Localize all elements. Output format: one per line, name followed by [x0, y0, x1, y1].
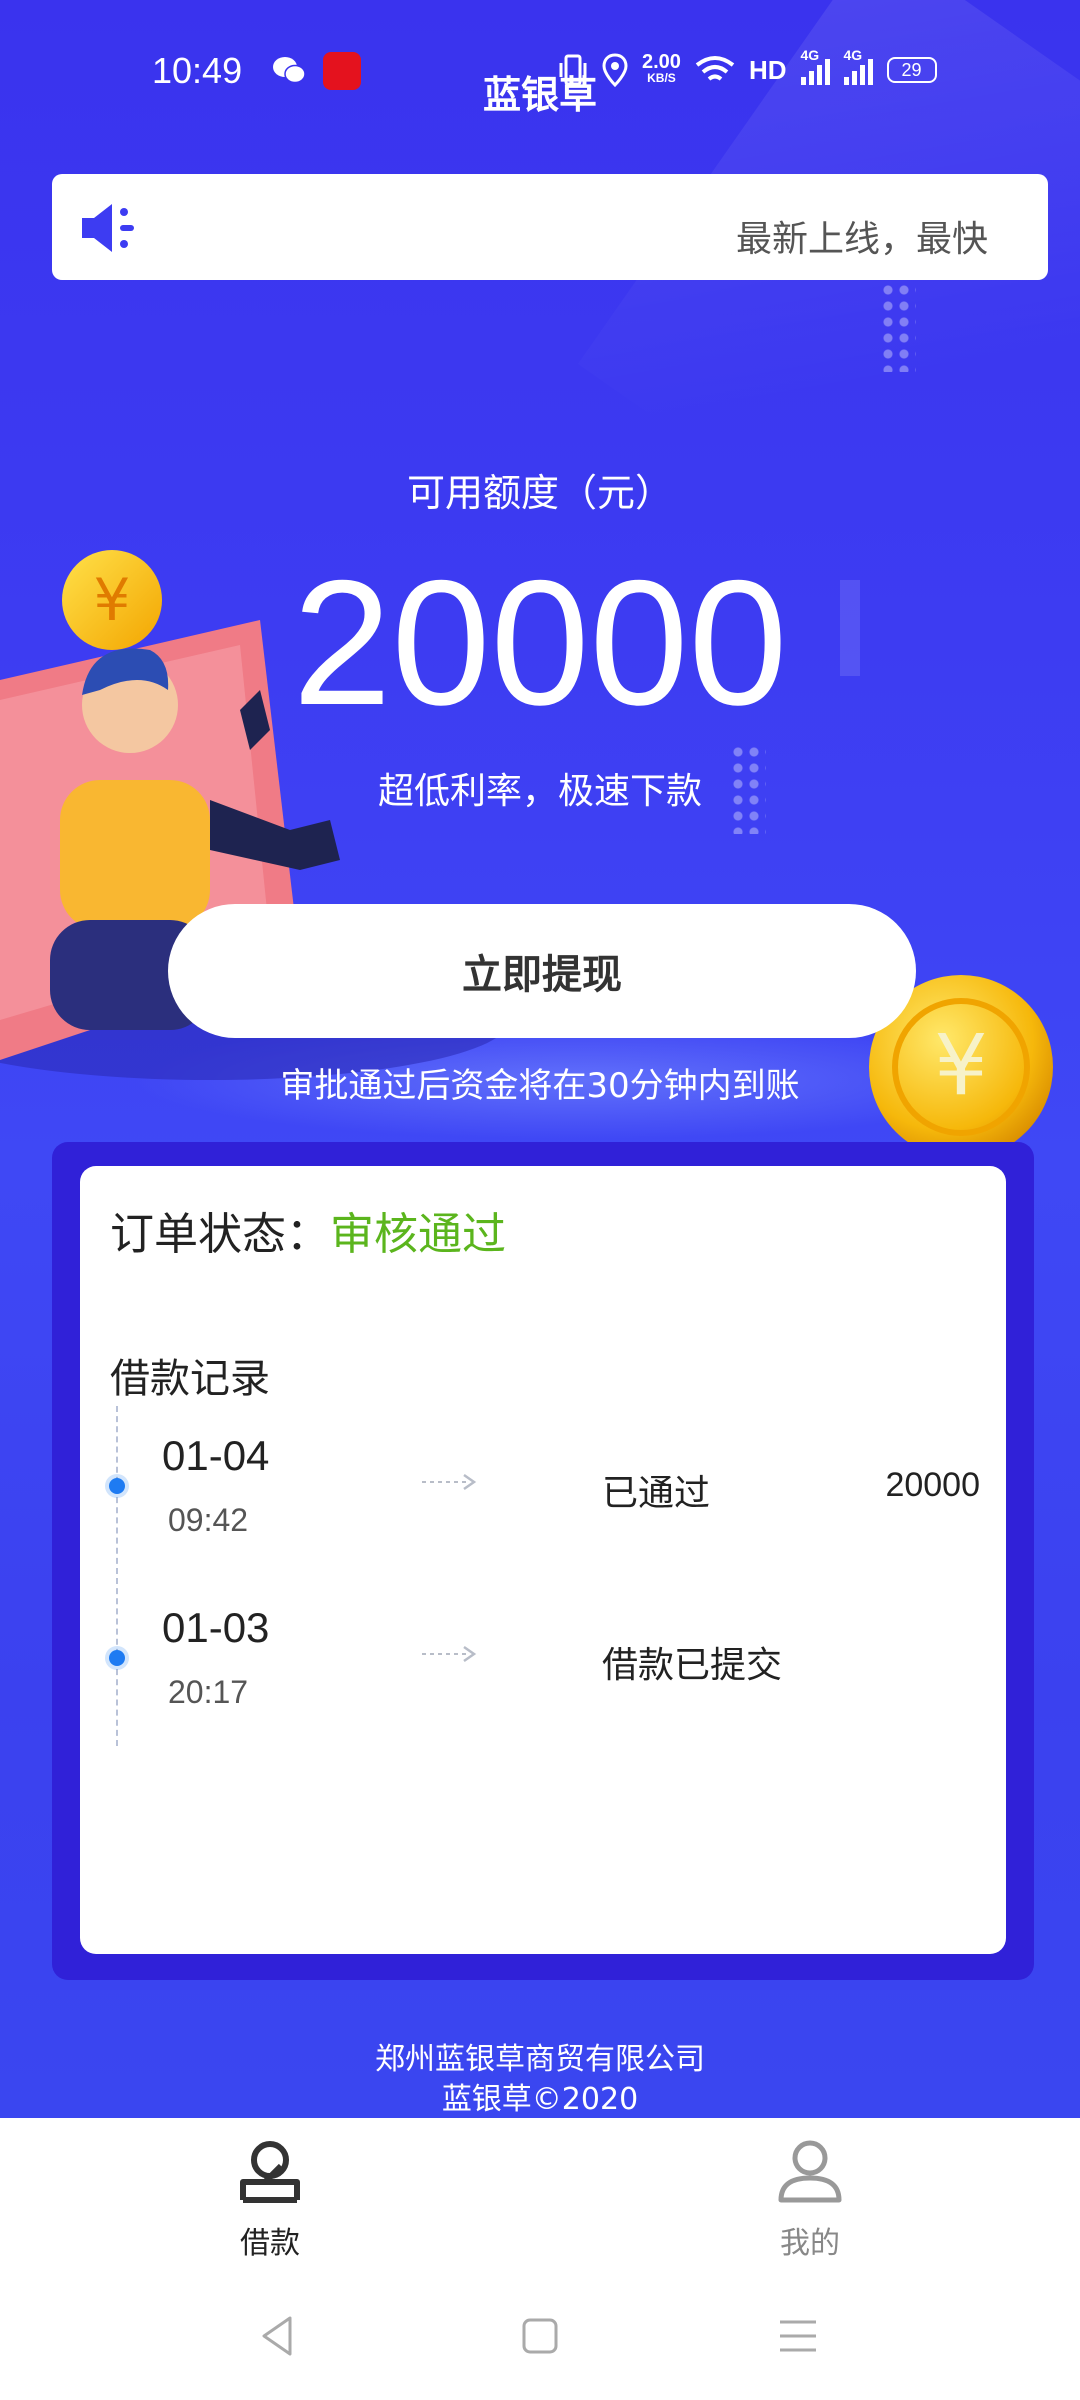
svg-text:¥: ¥: [94, 566, 131, 634]
footer-company: 郑州蓝银草商贸有限公司: [375, 2042, 705, 2077]
record-amount: 20000: [885, 1466, 980, 1504]
user-icon: [778, 2140, 842, 2203]
notice-bar[interactable]: 最新上线，最快: [52, 174, 1048, 280]
order-card: 订单状态：审核通过 借款记录 01-04 09:42 已通过 20000 01-…: [80, 1166, 1006, 1954]
speaker-icon: [82, 204, 134, 252]
timeline-dot: [109, 1650, 125, 1666]
loan-records-title: 借款记录: [110, 1356, 270, 1402]
arrow-right-icon: [422, 1473, 477, 1491]
timeline-dot: [109, 1478, 125, 1494]
record-status: 借款已提交: [602, 1645, 783, 1686]
record-date: 01-03: [162, 1604, 270, 1651]
loan-record-item: 01-04 09:42 已通过 20000: [80, 1428, 1006, 1548]
order-status-label: 订单状态：: [110, 1209, 330, 1260]
tab-loan[interactable]: 借款: [170, 2136, 370, 2262]
withdraw-button[interactable]: 立即提现: [168, 904, 916, 1038]
footer: 郑州蓝银草商贸有限公司 蓝银草©2020: [0, 2040, 1080, 2120]
bottom-tab-bar: 借款 我的: [0, 2118, 1080, 2268]
withdraw-note: 审批通过后资金将在30分钟内到账: [280, 1066, 800, 1106]
record-time: 09:42: [168, 1502, 249, 1538]
decorative-dots: [880, 282, 916, 372]
loan-icon: [240, 2141, 300, 2203]
illustration-person-icon: ¥: [0, 550, 510, 1080]
system-navigation-bar: [0, 2268, 1080, 2400]
arrow-right-icon: [422, 1645, 477, 1663]
footer-copyright: 蓝银草©2020: [441, 2082, 639, 2117]
page-title: 蓝银草: [482, 73, 597, 117]
order-status: 订单状态：审核通过: [110, 1198, 506, 1262]
back-icon[interactable]: [254, 2312, 302, 2360]
tab-label: 我的: [780, 2226, 840, 2261]
notice-ticker-text: 最新上线，最快: [736, 219, 989, 260]
record-date: 01-04: [162, 1432, 270, 1479]
menu-icon[interactable]: [774, 2312, 822, 2360]
sim2-label: 4G: [843, 47, 863, 63]
sim1-label: 4G: [800, 47, 820, 63]
order-status-value: 审核通过: [330, 1209, 506, 1260]
loan-record-item: 01-03 20:17 借款已提交: [80, 1600, 1006, 1720]
record-time: 20:17: [168, 1674, 249, 1710]
home-icon[interactable]: [516, 2312, 564, 2360]
tab-mine[interactable]: 我的: [710, 2136, 910, 2262]
tab-label: 借款: [240, 2226, 300, 2261]
record-status: 已通过: [602, 1473, 711, 1514]
